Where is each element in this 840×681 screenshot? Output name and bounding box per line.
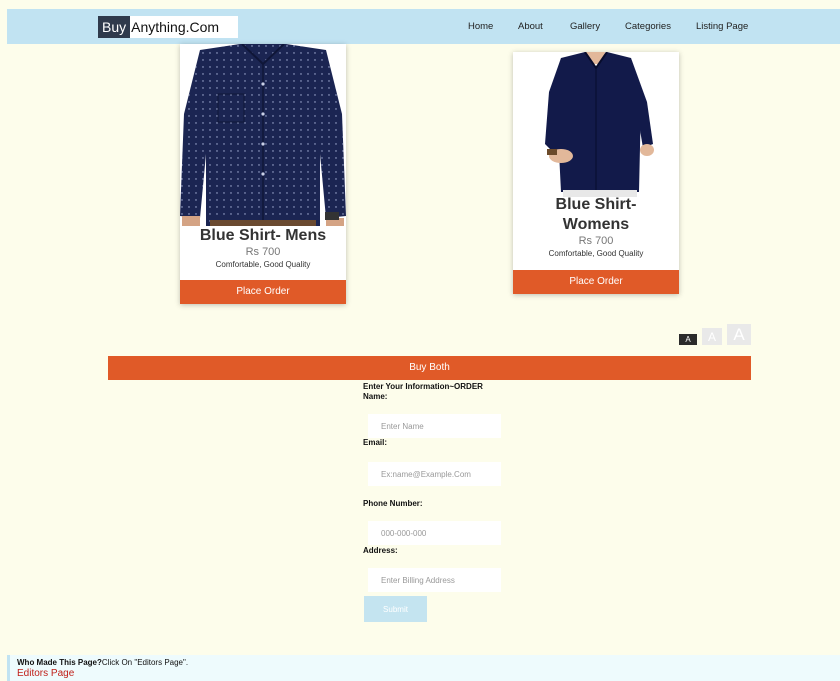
phone-label: Phone Number: bbox=[363, 499, 423, 508]
font-size-medium-button[interactable]: A bbox=[702, 328, 722, 345]
product-description: Comfortable, Good Quality bbox=[548, 249, 644, 258]
product-price: Rs 700 bbox=[578, 235, 614, 247]
address-label: Address: bbox=[363, 546, 398, 555]
font-size-large-button[interactable]: A bbox=[727, 324, 751, 345]
address-input[interactable] bbox=[368, 568, 501, 592]
product-price: Rs 700 bbox=[245, 246, 281, 258]
submit-button[interactable]: Submit bbox=[364, 596, 427, 622]
footer-question: Who Made This Page? bbox=[17, 658, 102, 667]
name-input[interactable] bbox=[368, 414, 501, 438]
brand-name: Anything.Com bbox=[131, 19, 220, 35]
brand-highlight: Buy bbox=[98, 16, 131, 38]
editors-page-link[interactable]: Editors Page bbox=[17, 668, 840, 679]
name-label: Name: bbox=[363, 392, 388, 401]
product-card-womens: Blue Shirt- Womens Rs 700 Comfortable, G… bbox=[513, 52, 679, 294]
email-input[interactable] bbox=[368, 462, 501, 486]
mens-shirt-image bbox=[180, 44, 346, 226]
footer-text: Who Made This Page?Click On "Editors Pag… bbox=[17, 658, 840, 667]
nav-categories-link[interactable]: Categories bbox=[625, 21, 671, 32]
womens-shirt-image bbox=[513, 52, 679, 197]
place-order-button[interactable]: Place Order bbox=[513, 270, 679, 294]
form-heading: Enter Your Information~ORDER bbox=[363, 382, 483, 391]
product-title: Blue Shirt- Mens bbox=[199, 227, 327, 244]
phone-input[interactable] bbox=[368, 521, 501, 545]
email-label: Email: bbox=[363, 438, 388, 447]
nav-listing-page-link[interactable]: Listing Page bbox=[696, 21, 748, 32]
footer: Who Made This Page?Click On "Editors Pag… bbox=[7, 655, 840, 681]
font-size-small-button[interactable]: A bbox=[679, 334, 697, 345]
product-title: Blue Shirt- Womens bbox=[555, 196, 637, 233]
nav-gallery-link[interactable]: Gallery bbox=[570, 21, 600, 32]
product-description: Comfortable, Good Quality bbox=[215, 260, 311, 269]
brand-logo[interactable]: Buy Anything.Com bbox=[98, 16, 238, 38]
buy-both-button[interactable]: Buy Both bbox=[108, 356, 751, 380]
place-order-button[interactable]: Place Order bbox=[180, 280, 346, 304]
nav-home-link[interactable]: Home bbox=[468, 21, 493, 32]
navbar: Buy Anything.Com Home About Gallery Cate… bbox=[7, 9, 840, 44]
product-card-mens: Blue Shirt- Mens Rs 700 Comfortable, Goo… bbox=[180, 44, 346, 304]
nav-about-link[interactable]: About bbox=[518, 21, 543, 32]
footer-instruction: Click On "Editors Page". bbox=[101, 658, 189, 667]
